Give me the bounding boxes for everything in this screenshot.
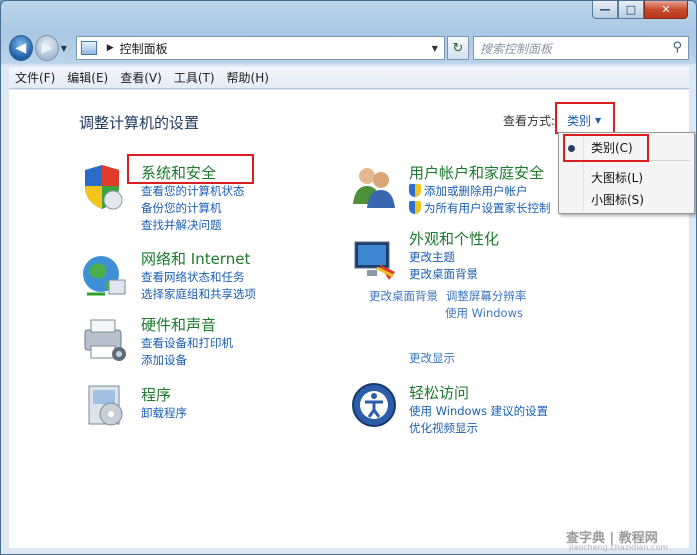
programs-icon [88,385,123,426]
overlay-link-background[interactable]: 更改桌面背景 [369,289,438,303]
category-ease-of-access: 轻松访问 使用 Windows 建议的设置 优化视频显示 [409,382,548,437]
overlay-link-windows[interactable]: 使用 Windows [445,305,526,322]
link-optimize-video-display[interactable]: 优化视频显示 [409,420,548,437]
link-uninstall-program[interactable]: 卸载程序 [141,405,187,422]
printer-icon [84,319,126,361]
back-button[interactable]: ◀ [9,35,33,61]
ease-of-access-icon [352,383,396,427]
category-title-hardware[interactable]: 硬件和声音 [141,314,233,335]
highlight-category-item [563,134,649,162]
link-backup-computer[interactable]: 备份您的计算机 [141,200,245,217]
menu-view[interactable]: 查看(V) [114,69,168,86]
close-button[interactable]: ✕ [644,1,688,19]
link-add-remove-accounts-label: 添加或删除用户帐户 [424,184,528,198]
overlay-link-resolution[interactable]: 调整屏幕分辨率 [446,289,527,303]
link-change-desktop-background[interactable]: 更改桌面背景 [409,266,499,283]
link-devices-printers[interactable]: 查看设备和打印机 [141,335,233,352]
view-by-label: 查看方式: [503,114,556,128]
page-title: 调整计算机的设置 [79,114,200,132]
forward-button[interactable]: ▶ [34,35,59,61]
arrow-right-icon: ▶ [41,40,53,56]
users-icon [353,168,395,208]
address-bar[interactable]: ▶ 控制面板 ▼ [75,36,445,60]
arrow-left-icon: ◀ [15,40,27,56]
category-programs: 程序 卸载程序 [141,384,187,422]
menu-tools[interactable]: 工具(T) [168,69,221,86]
navigation-bar: ◀ ▶ ▼ ▶ 控制面板 ▼ ↻ 搜索控制面板 ⚲ [9,33,689,63]
category-title-programs[interactable]: 程序 [141,384,187,405]
category-title-users[interactable]: 用户帐户和家庭安全 [409,162,551,183]
link-add-device[interactable]: 添加设备 [141,352,233,369]
menu-item-small-icons[interactable]: 小图标(S) [591,191,644,208]
shield-icon [85,165,123,210]
menu-file[interactable]: 文件(F) [9,69,61,86]
appearance-overlay-links: 更改桌面背景 调整屏幕分辨率 使用 Windows 更改显示 [369,288,526,367]
menu-item-large-icons[interactable]: 大图标(L) [591,169,643,186]
link-change-theme[interactable]: 更改主题 [409,249,499,266]
control-panel-window: — □ ✕ ◀ ▶ ▼ ▶ 控制面板 ▼ ↻ 搜索控制面板 ⚲ 文件(F) 编辑… [0,0,697,555]
menu-edit[interactable]: 编辑(E) [61,69,114,86]
caption-buttons: — □ ✕ [592,1,688,19]
category-appearance: 外观和个性化 更改主题 更改桌面背景 [409,228,499,283]
search-placeholder: 搜索控制面板 [479,41,552,56]
recent-pages-dropdown[interactable]: ▼ [61,44,72,53]
appearance-icon [354,241,395,280]
category-title-ease[interactable]: 轻松访问 [409,382,548,403]
menu-help[interactable]: 帮助(H) [221,69,275,86]
uac-shield-icon [409,184,421,197]
category-title-network[interactable]: 网络和 Internet [141,248,256,269]
maximize-button[interactable]: □ [618,1,644,19]
link-find-fix-problems[interactable]: 查找并解决问题 [141,217,245,234]
link-parental-controls-label: 为所有用户设置家长控制 [424,201,551,215]
watermark-url: jiaocheng.chazidian.com [569,543,669,552]
link-parental-controls[interactable]: 为所有用户设置家长控制 [409,200,551,217]
refresh-icon: ↻ [452,40,464,56]
breadcrumb-chevron-icon[interactable]: ▶ [107,43,114,53]
globe-network-icon [83,256,126,296]
link-network-status[interactable]: 查看网络状态和任务 [141,269,256,286]
overlay-link-display[interactable]: 更改显示 [409,350,526,367]
uac-shield-icon [409,201,421,214]
refresh-button[interactable]: ↻ [446,36,469,60]
breadcrumb-control-panel[interactable]: 控制面板 [120,40,168,57]
menu-bar: 文件(F) 编辑(E) 查看(V) 工具(T) 帮助(H) [9,67,689,89]
category-user-accounts: 用户帐户和家庭安全 添加或删除用户帐户 为所有用户设置家长控制 [409,162,551,217]
link-add-remove-accounts[interactable]: 添加或删除用户帐户 [409,183,551,200]
control-panel-icon [80,41,97,55]
search-input[interactable]: 搜索控制面板 ⚲ [472,36,689,60]
category-network-internet: 网络和 Internet 查看网络状态和任务 选择家庭组和共享选项 [141,248,256,303]
search-icon[interactable]: ⚲ [672,40,682,55]
link-homegroup-sharing[interactable]: 选择家庭组和共享选项 [141,286,256,303]
address-dropdown-icon[interactable]: ▼ [432,44,438,53]
category-title-appearance[interactable]: 外观和个性化 [409,228,499,249]
highlight-view-by [555,102,615,134]
link-windows-suggested-settings[interactable]: 使用 Windows 建议的设置 [409,403,548,420]
minimize-button[interactable]: — [592,1,618,19]
link-view-computer-status[interactable]: 查看您的计算机状态 [141,183,245,200]
highlight-system-security [127,154,254,184]
category-hardware-sound: 硬件和声音 查看设备和打印机 添加设备 [141,314,233,369]
